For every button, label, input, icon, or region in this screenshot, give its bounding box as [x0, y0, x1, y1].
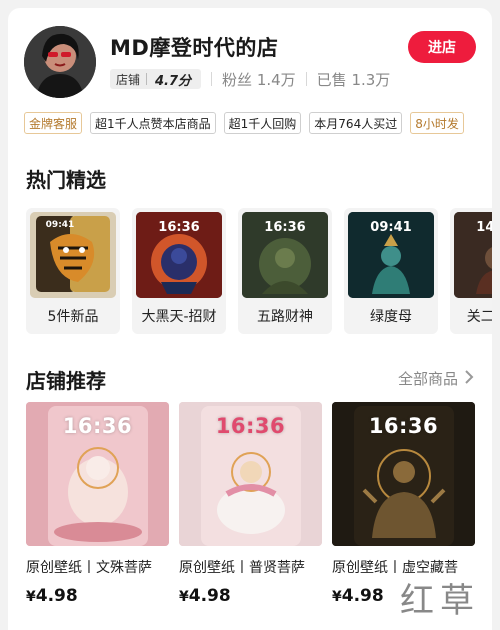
product-price: ¥4.98: [26, 586, 169, 606]
hot-pick-thumbnail: 09:41: [30, 212, 116, 298]
stat-divider: [211, 72, 213, 86]
watermark: 红草: [400, 581, 480, 621]
store-name: MD摩登时代的店: [110, 36, 279, 60]
price-currency: ¥: [26, 589, 36, 605]
product-clock: 16:36: [368, 414, 439, 438]
thumbnail-clock: 09:41: [45, 220, 75, 230]
store-stats: 店铺 4.7分 粉丝 1.4万 已售 1.3万: [110, 68, 390, 90]
see-all-products-link[interactable]: 全部商品: [398, 368, 474, 389]
hot-pick-item[interactable]: 14:23 关二爷 关: [450, 208, 492, 334]
thumbnail-clock: 16:36: [158, 220, 200, 235]
hot-picks-title: 热门精选: [26, 168, 106, 192]
hot-pick-label: 绿度母: [370, 309, 412, 325]
product-card[interactable]: 16:36 原创壁纸丨普贤菩萨 ¥4.98: [179, 402, 322, 606]
price-value: 4.98: [188, 586, 231, 606]
product-clock: 16:36: [215, 414, 286, 438]
badge-repurchase: 超1千人回购: [223, 112, 302, 134]
hot-pick-item[interactable]: 16:36 大黑天-招财: [132, 208, 226, 334]
hot-pick-item[interactable]: 16:36 五路财神: [238, 208, 332, 334]
product-card[interactable]: 16:36 原创壁纸丨文殊菩萨 ¥4.98: [26, 402, 169, 606]
product-clock: 16:36: [62, 414, 133, 438]
hot-pick-label: 关二爷 关: [466, 309, 492, 325]
see-all-label: 全部商品: [397, 370, 458, 388]
enter-store-button[interactable]: 进店: [408, 31, 476, 63]
service-badges: 金牌客服 超1千人点赞本店商品 超1千人回购 本月764人买过 8小时发: [24, 112, 464, 134]
hot-pick-thumbnail: 16:36: [242, 212, 328, 298]
hot-pick-item[interactable]: 09:41 绿度母: [344, 208, 438, 334]
hot-pick-item[interactable]: 09:41 5件新品: [26, 208, 120, 334]
store-rating-tag: 店铺 4.7分: [110, 69, 202, 89]
product-price: ¥4.98: [179, 586, 322, 606]
hot-pick-thumbnail: 14:23: [454, 212, 492, 298]
thumbnail-clock: 09:41: [370, 220, 412, 235]
badge-gold-service: 金牌客服: [24, 112, 83, 134]
badge-monthly-buyers: 本月764人买过: [309, 112, 403, 134]
price-value: 4.98: [35, 586, 78, 606]
product-image: 16:36: [26, 402, 169, 546]
hot-pick-label: 五路财神: [257, 309, 313, 325]
product-image: 16:36: [179, 402, 322, 546]
sold-count: 已售 1.3万: [316, 70, 391, 89]
hot-picks-row: 09:41 5件新品 16:36 大黑天-招财 16:36 五路财神 09:41…: [26, 208, 492, 334]
fans-count: 粉丝 1.4万: [222, 70, 296, 89]
product-image: 16:36: [332, 402, 475, 546]
chevron-right-icon: [464, 369, 474, 388]
store-avatar[interactable]: [24, 26, 96, 98]
thumbnail-clock: 16:36: [264, 220, 306, 235]
hot-pick-thumbnail: 09:41: [348, 212, 434, 298]
rating-divider: [146, 73, 148, 85]
hot-pick-label: 5件新品: [47, 309, 99, 325]
shop-card: MD摩登时代的店 进店 店铺 4.7分 粉丝 1.4万 已售 1.3万 金牌客服…: [8, 8, 492, 630]
price-currency: ¥: [332, 589, 342, 605]
price-currency: ¥: [179, 589, 189, 605]
thumbnail-clock: 14:23: [476, 220, 492, 235]
rating-value: 4.7分: [155, 73, 192, 89]
price-value: 4.98: [341, 586, 384, 606]
rating-label: 店铺: [116, 72, 141, 87]
hot-pick-thumbnail: 16:36: [136, 212, 222, 298]
stat-divider: [305, 72, 307, 86]
product-title: 原创壁纸丨文殊菩萨: [26, 560, 152, 576]
hot-pick-label: 大黑天-招财: [141, 309, 217, 325]
badge-shipping: 8小时发: [410, 112, 464, 134]
product-title: 原创壁纸丨普贤菩萨: [179, 560, 305, 576]
badge-likes: 超1千人点赞本店商品: [90, 112, 216, 134]
store-recommend-title: 店铺推荐: [26, 369, 106, 393]
